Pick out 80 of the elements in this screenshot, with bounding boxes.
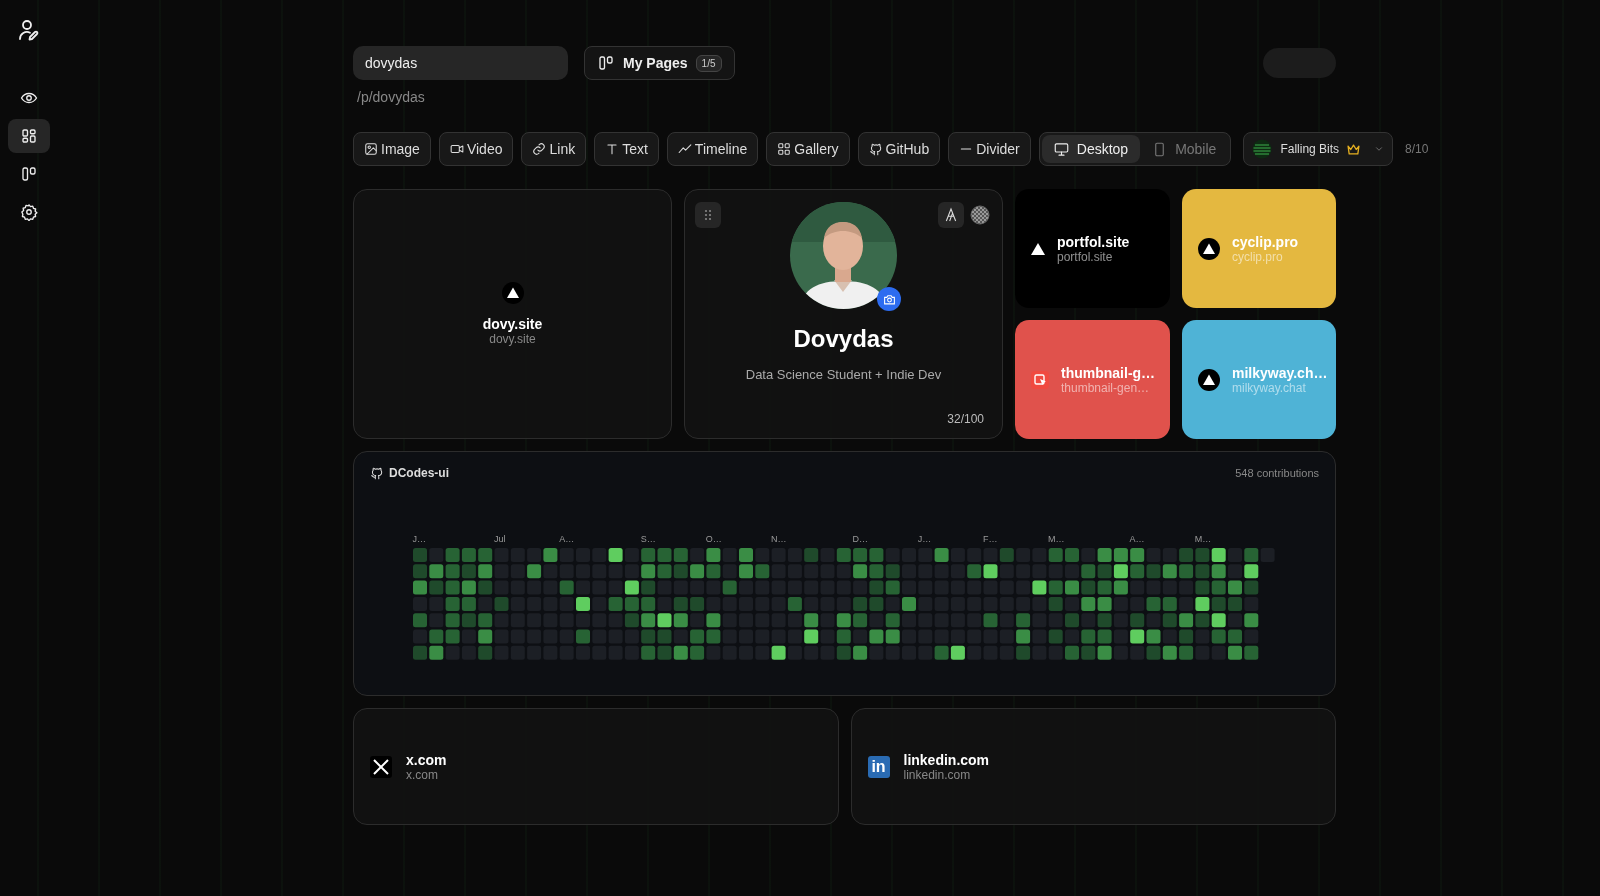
grid-icon <box>20 127 38 145</box>
github-icon <box>370 466 384 480</box>
profile-bio: Data Science Student + Indie Dev <box>745 367 942 382</box>
add-block-button[interactable]: Video <box>438 132 514 166</box>
settings-icon <box>20 203 38 221</box>
page-path: /p/dovydas <box>357 89 425 105</box>
github-icon <box>868 142 883 156</box>
cursor-icon <box>1031 370 1049 389</box>
view-mode-tab[interactable]: Desktop <box>1041 135 1141 163</box>
card-url: linkedin.com <box>903 767 972 782</box>
video-icon <box>449 142 464 156</box>
font-icon <box>943 207 959 223</box>
month-label: F… <box>982 534 999 546</box>
checker-circle-icon <box>970 205 990 225</box>
card-title: portfol.site <box>1057 233 1130 250</box>
month-label: N… <box>771 534 788 546</box>
card-url: dovy.site <box>489 332 536 346</box>
sidebar-item[interactable] <box>8 119 50 153</box>
add-block-button[interactable]: Timeline <box>666 132 759 166</box>
drag-handle[interactable] <box>695 202 721 228</box>
pages-icon <box>20 165 38 183</box>
social-link-card[interactable]: x.com x.com <box>353 708 839 825</box>
add-block-button[interactable]: Gallery <box>766 132 850 166</box>
month-label: Jul <box>494 534 507 546</box>
month-label: O… <box>705 534 723 546</box>
x-icon <box>370 755 392 778</box>
card-url: x.com <box>406 767 439 782</box>
card-title: milkyway.ch… <box>1232 364 1328 381</box>
month-label: A… <box>1129 534 1146 546</box>
month-label: J… <box>917 534 933 546</box>
link-card[interactable]: dovy.site dovy.site <box>353 189 672 439</box>
card-title: x.com <box>406 751 447 768</box>
profile-name: Dovydas <box>793 325 894 353</box>
month-label: A… <box>559 534 576 546</box>
card-title: dovy.site <box>482 316 543 332</box>
card-title: thumbnail-g… <box>1061 364 1156 381</box>
link-tile[interactable]: thumbnail-g… thumbnail-gen… <box>1015 320 1170 439</box>
link-tile[interactable]: portfol.site portfol.site <box>1015 189 1170 308</box>
add-block-button[interactable]: Link <box>521 132 587 166</box>
my-pages-button[interactable]: My Pages 1/5 <box>584 46 735 80</box>
linkedin-icon: in <box>867 755 890 778</box>
month-label: D… <box>852 534 869 546</box>
pages-icon <box>597 54 615 72</box>
chevron-down-icon <box>1374 144 1385 154</box>
add-block-button[interactable]: Text <box>594 132 659 166</box>
monitor-icon <box>1053 141 1069 157</box>
social-link-card[interactable]: in linkedin.com linkedin.com <box>850 708 1336 825</box>
card-url: milkyway.chat <box>1232 380 1306 395</box>
add-block-button[interactable]: GitHub <box>857 132 941 166</box>
contribution-count: 548 contributions <box>1235 467 1319 479</box>
trend-icon <box>677 142 692 156</box>
add-block-button[interactable]: Image <box>353 132 431 166</box>
font-button[interactable] <box>938 202 964 228</box>
text-icon <box>605 142 620 156</box>
page-count: 1/5 <box>695 54 722 72</box>
card-url: portfol.site <box>1057 249 1113 264</box>
add-block-button[interactable]: Divider <box>948 132 1031 166</box>
triangle-icon <box>1031 242 1045 255</box>
character-count: 32/100 <box>947 412 984 426</box>
theme-dropdown[interactable]: Falling Bits <box>1243 132 1394 166</box>
card-url: thumbnail-gen… <box>1061 380 1150 395</box>
month-label: M… <box>1194 534 1212 546</box>
month-label: S… <box>640 534 657 546</box>
drag-icon <box>702 209 714 221</box>
grid-icon <box>777 142 792 156</box>
view-mode-tab[interactable]: Mobile <box>1140 135 1229 163</box>
card-title: linkedin.com <box>903 751 990 768</box>
camera-icon <box>882 292 896 306</box>
image-icon <box>364 142 378 156</box>
link-icon <box>532 142 547 156</box>
user-edit-icon <box>17 18 41 42</box>
month-label: M… <box>1048 534 1065 546</box>
camera-button[interactable] <box>877 287 901 311</box>
month-label: J… <box>412 534 427 546</box>
repo-name: DCodes-ui <box>389 466 449 480</box>
block-count: 8/10 <box>1405 142 1429 156</box>
username-field[interactable]: dovydas <box>353 46 568 80</box>
striped-circle-icon <box>1252 139 1273 159</box>
card-url: cyclip.pro <box>1232 249 1283 264</box>
card-title: cyclip.pro <box>1232 233 1299 250</box>
